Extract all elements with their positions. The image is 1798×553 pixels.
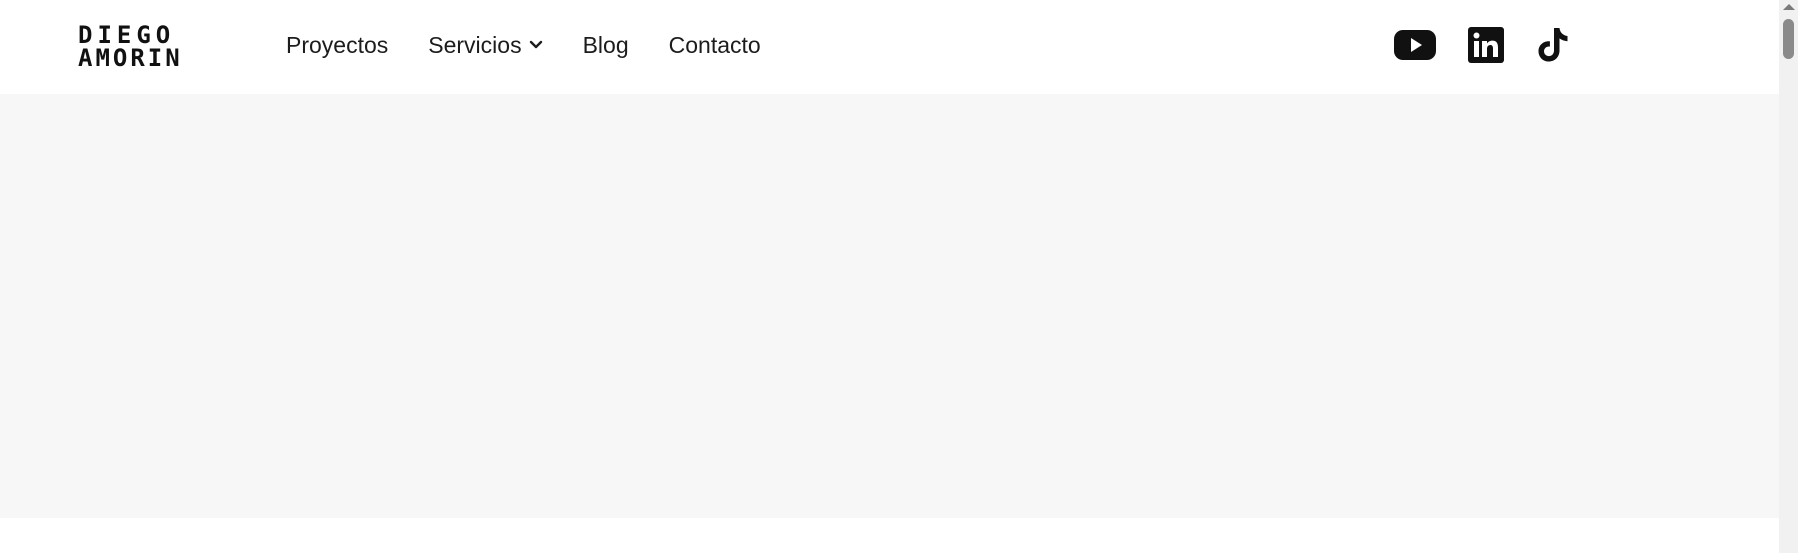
chevron-down-icon — [529, 40, 543, 50]
logo-wordmark: DIEGO AMORIN — [78, 24, 183, 68]
youtube-icon[interactable] — [1394, 29, 1436, 61]
scrollbar-thumb[interactable] — [1783, 19, 1794, 59]
social-links — [1394, 26, 1570, 64]
main-nav: Proyectos Servicios Blog Contacto — [286, 28, 761, 62]
vertical-scrollbar[interactable] — [1779, 0, 1798, 553]
nav-item-proyectos[interactable]: Proyectos — [286, 32, 388, 59]
site-header: DIEGO AMORIN Proyectos Servicios Blog Co… — [0, 0, 1779, 94]
nav-item-contacto[interactable]: Contacto — [669, 32, 761, 59]
nav-item-blog[interactable]: Blog — [583, 32, 629, 59]
nav-item-label: Blog — [582, 31, 629, 58]
linkedin-icon[interactable] — [1468, 27, 1504, 63]
scroll-up-arrow-icon[interactable] — [1783, 4, 1795, 10]
logo-line-2: AMORIN — [78, 44, 183, 68]
tiktok-icon[interactable] — [1536, 26, 1570, 64]
site-logo[interactable]: DIEGO AMORIN — [78, 24, 206, 68]
nav-item-label: Servicios — [428, 31, 522, 58]
main-viewport: DIEGO AMORIN Proyectos Servicios Blog Co… — [0, 0, 1779, 553]
page: DIEGO AMORIN Proyectos Servicios Blog Co… — [0, 0, 1798, 553]
nav-item-label: Proyectos — [286, 31, 389, 58]
nav-item-servicios[interactable]: Servicios — [428, 32, 542, 59]
hero-section — [0, 94, 1779, 518]
nav-item-label: Contacto — [668, 31, 761, 58]
